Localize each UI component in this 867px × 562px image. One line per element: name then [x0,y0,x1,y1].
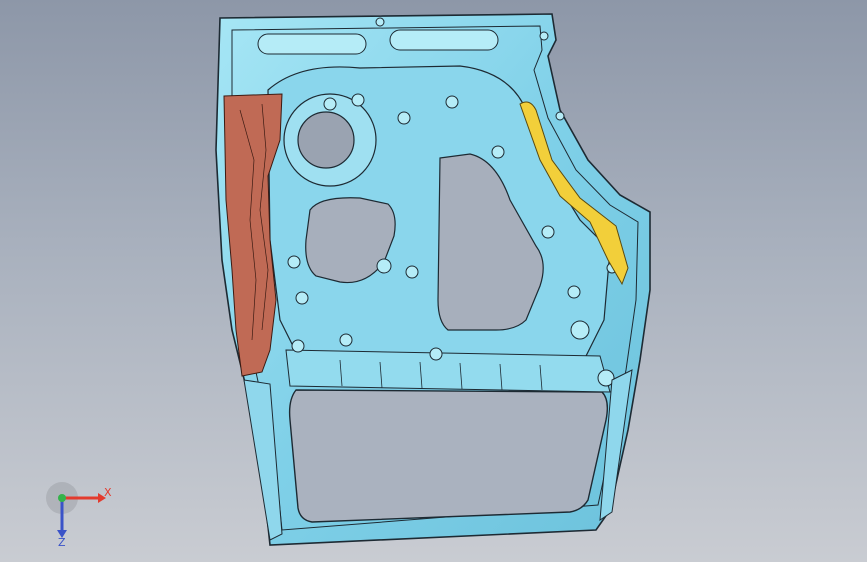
cad-viewport[interactable]: X Z [0,0,867,562]
speaker-hole [297,111,355,169]
door-inner-panel-model[interactable] [0,0,867,562]
x-axis-label: X [104,486,112,499]
z-axis-label: Z [58,536,66,548]
horizontal-beam [285,349,611,393]
lower-opening [288,389,609,523]
axis-triad: X Z [46,482,112,548]
y-axis-icon [58,494,66,502]
